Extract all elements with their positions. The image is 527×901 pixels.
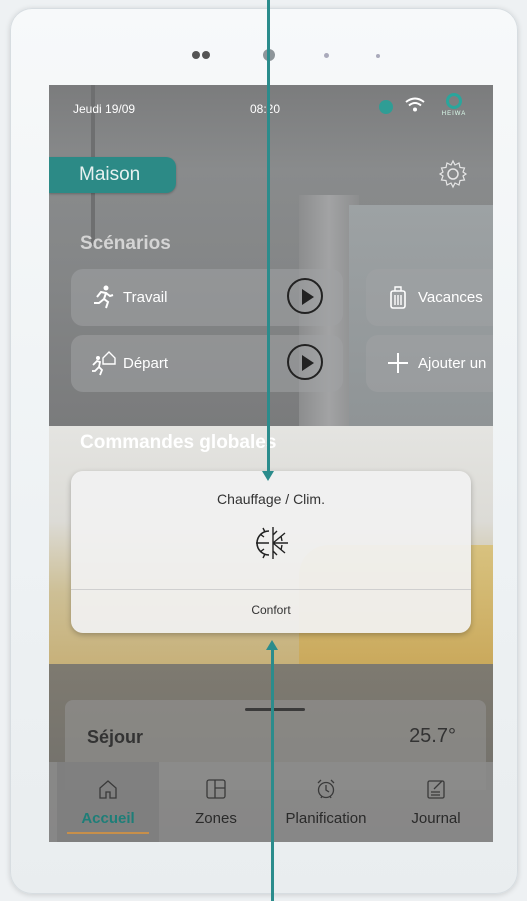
nav-label: Planification	[285, 810, 367, 827]
active-underline	[67, 832, 149, 834]
status-date: Jeudi 19/09	[73, 102, 136, 116]
front-camera	[192, 51, 200, 59]
home-icon	[97, 778, 119, 800]
card-divider	[71, 589, 471, 590]
scenario-travail[interactable]: Travail	[71, 269, 343, 326]
heiwa-logo: HEIWA	[434, 93, 474, 125]
room-temperature: 25.7°	[409, 725, 456, 747]
heating-cooling-card[interactable]: Chauffage / Clim. Confort	[71, 471, 471, 633]
alarm-clock-icon	[315, 778, 337, 800]
indicator-dot	[324, 53, 329, 58]
scenario-depart[interactable]: Départ	[71, 335, 343, 392]
room-name: Séjour	[87, 727, 144, 747]
journal-icon	[425, 778, 447, 800]
scenarios-title: Scénarios	[80, 233, 171, 254]
pointer-arrow-down	[262, 471, 274, 481]
nav-zones[interactable]: Zones	[165, 762, 267, 842]
nav-label: Accueil	[81, 810, 135, 827]
nav-label: Journal	[411, 810, 461, 827]
eco-leaf-icon	[379, 100, 393, 114]
card-title: Chauffage / Clim.	[217, 491, 325, 507]
pointer-arrow-up	[266, 640, 278, 650]
gear-icon[interactable]	[438, 159, 468, 189]
wifi-icon	[405, 97, 425, 118]
play-icon[interactable]	[287, 278, 323, 314]
pointer-line-bottom	[271, 648, 274, 901]
status-bar: Jeudi 19/09 08:20 HEIWA	[49, 85, 493, 131]
scenario-label: Travail	[123, 289, 168, 306]
nav-label: Zones	[195, 810, 237, 827]
zones-icon	[205, 778, 227, 800]
scenario-vacances[interactable]: Vacances	[366, 269, 493, 326]
status-time: 08:20	[250, 102, 281, 116]
indicator-dot-2	[376, 54, 380, 58]
scenario-label: Départ	[123, 355, 169, 372]
nav-journal[interactable]: Journal	[385, 762, 487, 842]
heat-cool-icon	[251, 523, 291, 563]
global-commands-title: Commandes globales	[80, 432, 277, 453]
front-camera-2	[202, 51, 210, 59]
card-mode[interactable]: Confort	[71, 603, 471, 617]
pointer-line-top	[267, 0, 270, 475]
nav-accueil[interactable]: Accueil	[57, 762, 159, 842]
home-selector-button[interactable]: Maison	[49, 157, 176, 193]
scenario-label: Vacances	[418, 289, 483, 306]
suitcase-icon	[384, 283, 412, 311]
scenario-add[interactable]: Ajouter un	[366, 335, 493, 392]
running-person-icon	[89, 283, 117, 311]
leave-home-icon	[89, 349, 117, 377]
play-icon[interactable]	[287, 344, 323, 380]
plus-icon	[384, 349, 412, 377]
nav-planification[interactable]: Planification	[275, 762, 377, 842]
scenario-label: Ajouter un	[418, 355, 487, 372]
drag-handle[interactable]	[245, 708, 305, 711]
brand-text: HEIWA	[441, 111, 467, 117]
